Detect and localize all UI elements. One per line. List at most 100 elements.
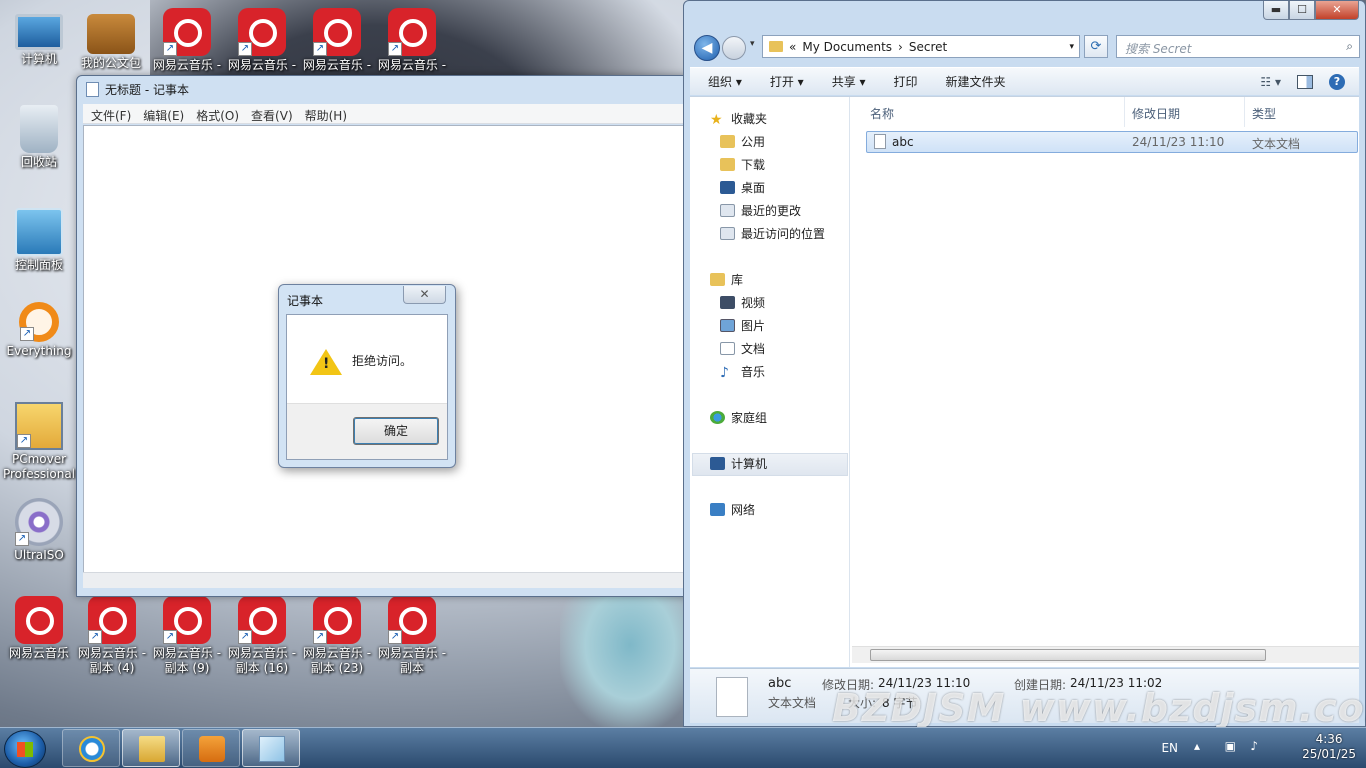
taskbar: EN ▴ ▣ ♪ 4:36 25/01/25 — [0, 727, 1366, 768]
warning-mark: ! — [323, 356, 330, 372]
file-name[interactable]: abc — [892, 135, 914, 149]
taskbar-ie[interactable] — [62, 729, 120, 767]
column-divider[interactable] — [1124, 97, 1125, 127]
watermark: BZDJSM www.bzdjsm.com — [832, 686, 1366, 730]
show-hidden-icons[interactable]: ▴ — [1194, 739, 1200, 753]
taskbar-notepad[interactable] — [242, 729, 300, 767]
address-bar[interactable]: « My Documents › Secret ▾ — [762, 35, 1080, 58]
desktop-icon-everything[interactable]: ↗ Everything — [0, 302, 78, 359]
nav-documents[interactable]: 文档 — [720, 338, 765, 359]
nav-libraries[interactable]: 库 — [710, 269, 743, 290]
desktop-icon-netease-9[interactable]: ↗ 网易云音乐 - 副本 (23) — [298, 596, 376, 676]
network-icon[interactable]: ▣ — [1225, 739, 1236, 753]
recent-pages-dropdown[interactable]: ▾ — [750, 39, 755, 49]
desktop-icon-ultraiso[interactable]: ↗ UltraISO — [0, 498, 78, 563]
address-overflow[interactable]: « — [789, 40, 796, 54]
taskbar-explorer[interactable] — [122, 729, 180, 767]
column-header-modified[interactable]: 修改日期 — [1132, 97, 1180, 127]
nav-public[interactable]: 公用 — [720, 131, 765, 152]
breadcrumb-secret[interactable]: Secret — [909, 40, 947, 54]
explorer-main: ★ 收藏夹 公用 下载 桌面 最近的更改 最近访问的位置 库 视频 图片 文档 ♪… — [690, 96, 1359, 667]
recent-places-icon — [720, 227, 735, 240]
taskbar-media-player[interactable] — [182, 729, 240, 767]
shortcut-arrow-icon: ↗ — [388, 42, 402, 56]
command-bar: 组织 ▾ 打开 ▾ 共享 ▾ 打印 新建文件夹 ☷ ▾ ? — [690, 67, 1359, 95]
desktop-icon-pcmover[interactable]: ↗ PCmover Professional — [0, 402, 78, 482]
nav-favorites[interactable]: ★ 收藏夹 — [710, 108, 767, 129]
breadcrumb-my-documents[interactable]: My Documents — [802, 40, 892, 54]
menu-format[interactable]: 格式(O) — [196, 107, 239, 123]
shortcut-arrow-icon: ↗ — [313, 630, 327, 644]
dialog-title: 记事本 — [287, 294, 324, 308]
nav-recent-changes[interactable]: 最近的更改 — [720, 200, 801, 221]
desktop-icon-netease-10[interactable]: ↗ 网易云音乐 - 副本 — [373, 596, 451, 676]
nav-music[interactable]: ♪ 音乐 — [720, 361, 765, 382]
menu-help[interactable]: 帮助(H) — [305, 107, 347, 123]
desktop-icon-netease-8[interactable]: ↗ 网易云音乐 - 副本 (16) — [223, 596, 301, 676]
desktop-icon-netease-7[interactable]: ↗ 网易云音乐 - 副本 (9) — [148, 596, 226, 676]
shortcut-arrow-icon: ↗ — [17, 434, 31, 448]
desktop-icon-control-panel[interactable]: 控制面板 — [0, 208, 78, 273]
preview-pane-icon[interactable] — [1297, 74, 1313, 89]
nav-homegroup[interactable]: 家庭组 — [710, 407, 767, 428]
desktop-icon-netease-1[interactable]: ↗ 网易云音乐 - — [148, 8, 226, 73]
nav-computer[interactable]: 计算机 — [710, 453, 767, 474]
volume-icon[interactable]: ♪ — [1250, 739, 1258, 753]
access-denied-dialog: 记事本 ✕ ! 拒绝访问。 确定 — [278, 284, 456, 468]
notepad-title-bar[interactable]: 无标题 - 记事本 — [77, 76, 691, 103]
ok-button[interactable]: 确定 — [353, 417, 439, 445]
desktop-icon-netease-2[interactable]: ↗ 网易云音乐 - — [223, 8, 301, 73]
desktop-icon-recycle-bin[interactable]: 回收站 — [0, 105, 78, 170]
minimize-button[interactable]: ▬ — [1263, 1, 1289, 20]
netease-music-icon: ↗ — [313, 596, 361, 644]
change-view-icon[interactable]: ☷ ▾ — [1260, 75, 1281, 89]
back-button[interactable]: ◀ — [694, 35, 720, 61]
netease-music-icon: ↗ — [388, 8, 436, 56]
forward-button[interactable] — [722, 36, 746, 60]
print-button[interactable]: 打印 — [894, 73, 918, 90]
desktop-icon-netease-5[interactable]: 网易云音乐 — [0, 596, 78, 661]
notepad-menu-bar: 文件(F) 编辑(E) 格式(O) 查看(V) 帮助(H) — [83, 104, 691, 124]
desktop-icon-computer[interactable]: 计算机 — [0, 8, 78, 67]
new-folder-button[interactable]: 新建文件夹 — [946, 73, 1006, 90]
nav-pictures[interactable]: 图片 — [720, 315, 765, 336]
desktop-icon-netease-4[interactable]: ↗ 网易云音乐 - — [373, 8, 451, 73]
refresh-button[interactable]: ⟳ — [1084, 35, 1108, 58]
nav-videos[interactable]: 视频 — [720, 292, 765, 313]
dialog-close-button[interactable]: ✕ — [403, 286, 446, 304]
recycle-bin-icon — [20, 105, 58, 153]
nav-network[interactable]: 网络 — [710, 499, 755, 520]
language-indicator[interactable]: EN — [1161, 741, 1178, 755]
close-button[interactable]: ✕ — [1315, 1, 1359, 20]
horizontal-scrollbar[interactable] — [852, 646, 1359, 663]
organize-button[interactable]: 组织 ▾ — [708, 73, 742, 90]
nav-downloads[interactable]: 下载 — [720, 154, 765, 175]
column-divider[interactable] — [1244, 97, 1245, 127]
scrollbar-thumb[interactable] — [870, 649, 1266, 661]
start-button[interactable] — [4, 730, 46, 768]
desktop-icon-netease-6[interactable]: ↗ 网易云音乐 - 副本 (4) — [73, 596, 151, 676]
column-header-type[interactable]: 类型 — [1252, 97, 1276, 127]
nav-recent-places[interactable]: 最近访问的位置 — [720, 223, 825, 244]
computer-icon — [710, 457, 725, 470]
share-button[interactable]: 共享 ▾ — [832, 73, 866, 90]
nav-desktop[interactable]: 桌面 — [720, 177, 765, 198]
maximize-button[interactable]: ☐ — [1289, 1, 1315, 20]
column-header-name[interactable]: 名称 — [870, 97, 894, 127]
notepad-icon — [86, 82, 99, 97]
menu-edit[interactable]: 编辑(E) — [143, 107, 184, 123]
address-dropdown-icon[interactable]: ▾ — [1069, 42, 1074, 52]
explorer-window[interactable]: ▬ ☐ ✕ ◀ ▾ « My Documents › Secret ▾ ⟳ 搜索… — [683, 0, 1366, 727]
desktop-icon-netease-3[interactable]: ↗ 网易云音乐 - — [298, 8, 376, 73]
open-button[interactable]: 打开 ▾ — [770, 73, 804, 90]
desktop-icon-briefcase[interactable]: 我的公文包 — [72, 8, 150, 71]
notepad-horizontal-scrollbar[interactable] — [83, 572, 691, 588]
search-input[interactable]: 搜索 Secret ⌕ — [1116, 35, 1360, 58]
menu-view[interactable]: 查看(V) — [251, 107, 293, 123]
star-icon: ★ — [710, 112, 723, 128]
breadcrumb-separator[interactable]: › — [898, 40, 903, 54]
menu-file[interactable]: 文件(F) — [91, 107, 131, 123]
notepad-title: 无标题 - 记事本 — [105, 83, 189, 97]
help-icon[interactable]: ? — [1329, 73, 1345, 90]
clock[interactable]: 4:36 25/01/25 — [1302, 732, 1356, 762]
